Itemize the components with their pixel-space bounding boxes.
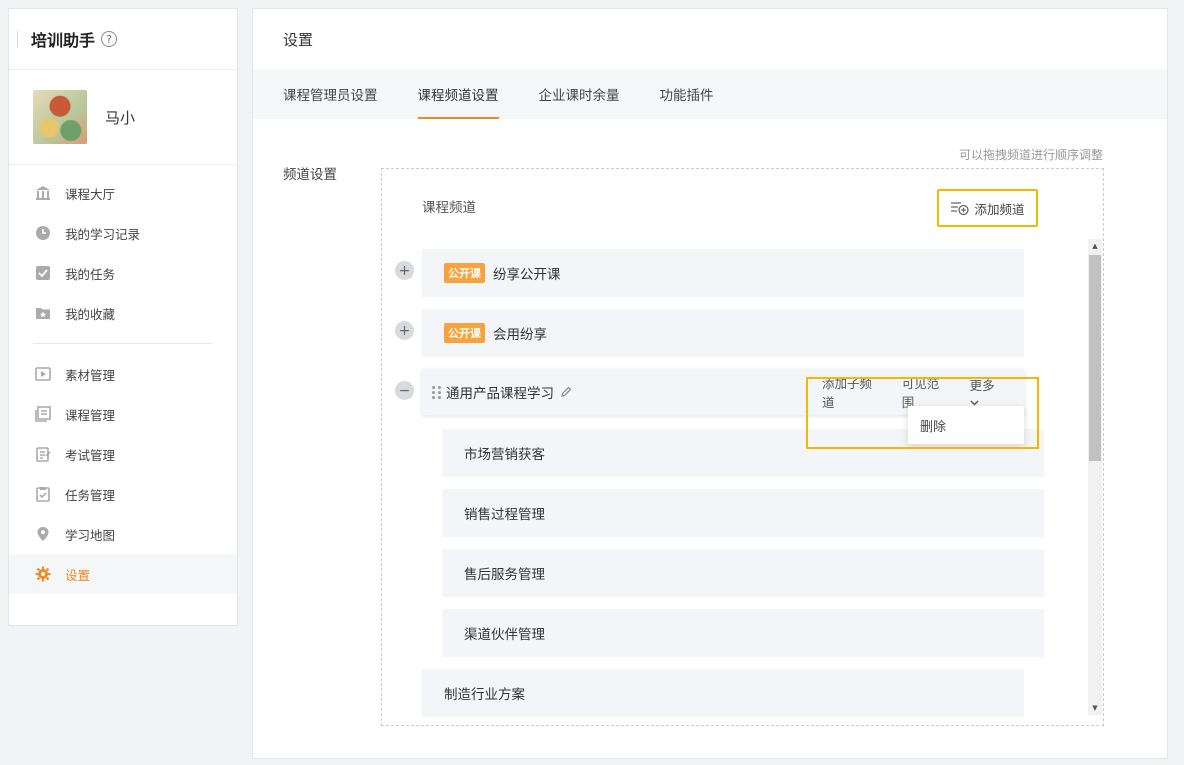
- public-course-badge: 公开课: [444, 323, 485, 343]
- add-list-icon: [951, 202, 970, 216]
- channel-name: 通用产品课程学习: [446, 386, 554, 402]
- sidebar-item-task-management[interactable]: 任务管理: [9, 474, 237, 514]
- scroll-down-arrow-icon[interactable]: ▼: [1088, 701, 1102, 715]
- channel-list: + 公开课 纷享公开课 + 公开课 会用纷享 − 通用产品课程学习 添加子频道 …: [382, 229, 1103, 717]
- sidebar-item-label: 学习地图: [65, 527, 116, 543]
- check-icon: [35, 265, 51, 281]
- tab-course-channel[interactable]: 课程频道设置: [417, 69, 499, 119]
- subchannel-name: 售后服务管理: [464, 567, 545, 583]
- expand-toggle[interactable]: +: [395, 321, 414, 340]
- add-channel-button[interactable]: 添加频道: [937, 189, 1038, 227]
- sidebar-item-label: 课程大厅: [65, 186, 116, 202]
- scroll-up-arrow-icon[interactable]: ▲: [1088, 239, 1102, 253]
- avatar[interactable]: [33, 90, 87, 144]
- channel-name: 会用纷享: [493, 327, 547, 343]
- more-dropdown-delete[interactable]: 删除: [908, 406, 1024, 444]
- clock-icon: [35, 225, 51, 241]
- collapse-toggle[interactable]: −: [395, 381, 414, 400]
- channel-row[interactable]: 公开课 纷享公开课: [422, 249, 1024, 297]
- location-icon: [35, 526, 51, 542]
- sidebar-item-label: 我的任务: [65, 266, 116, 282]
- star-folder-icon: [35, 305, 51, 321]
- sidebar-item-label: 考试管理: [65, 447, 116, 463]
- main-panel: 设置 课程管理员设置 课程频道设置 企业课时余量 功能插件 频道设置 可以拖拽频…: [252, 8, 1168, 759]
- sidebar-item-materials[interactable]: 素材管理: [9, 354, 237, 394]
- channel-name: 制造行业方案: [444, 687, 525, 703]
- task-icon: [35, 486, 51, 502]
- edit-icon[interactable]: [560, 386, 572, 398]
- scroll-thumb[interactable]: [1089, 255, 1101, 461]
- expand-toggle[interactable]: +: [395, 261, 414, 280]
- channel-row[interactable]: 公开课 会用纷享: [422, 309, 1024, 357]
- help-icon[interactable]: ?: [101, 31, 118, 47]
- sidebar-item-course-hall[interactable]: 课程大厅: [9, 173, 237, 213]
- add-channel-label: 添加频道: [974, 201, 1025, 217]
- exam-icon: [35, 446, 51, 462]
- sidebar: 培训助手 ? 马小 课程大厅 我的学习记录 我的任务 我的收藏 素材管理 课程管…: [8, 8, 238, 626]
- drag-hint: 可以拖拽频道进行顺序调整: [958, 148, 1103, 162]
- sidebar-nav: 课程大厅 我的学习记录 我的任务 我的收藏 素材管理 课程管理 考试管理 任务管…: [9, 165, 237, 594]
- drag-handle-icon[interactable]: [432, 383, 442, 401]
- nav-divider: [33, 343, 213, 344]
- subchannel-row[interactable]: 售后服务管理: [442, 549, 1044, 597]
- subchannel-row[interactable]: 渠道伙伴管理: [442, 609, 1044, 657]
- sidebar-item-favorites[interactable]: 我的收藏: [9, 293, 237, 333]
- panel-title: 课程频道: [422, 200, 476, 216]
- channel-row[interactable]: 制造行业方案: [422, 669, 1024, 717]
- building-icon: [35, 185, 51, 201]
- subchannel-name: 渠道伙伴管理: [464, 627, 545, 643]
- sidebar-item-course-management[interactable]: 课程管理: [9, 394, 237, 434]
- sidebar-header: 培训助手 ?: [9, 9, 237, 70]
- course-icon: [35, 406, 51, 422]
- sidebar-item-label: 课程管理: [65, 407, 116, 423]
- sidebar-item-my-tasks[interactable]: 我的任务: [9, 253, 237, 293]
- gear-icon: [35, 566, 51, 582]
- user-card: 马小: [9, 70, 237, 165]
- play-icon: [35, 366, 51, 382]
- tab-course-admin[interactable]: 课程管理员设置: [283, 69, 378, 119]
- add-subchannel-button[interactable]: 添加子频道: [822, 373, 882, 411]
- subchannel-name: 市场营销获客: [464, 447, 545, 463]
- app-title: 培训助手: [31, 31, 96, 50]
- page-title: 设置: [283, 30, 314, 49]
- public-course-badge: 公开课: [444, 263, 485, 283]
- scrollbar[interactable]: ▲ ▼: [1088, 239, 1102, 715]
- sidebar-item-learning-record[interactable]: 我的学习记录: [9, 213, 237, 253]
- sidebar-item-label: 我的收藏: [65, 306, 116, 322]
- user-name: 马小: [105, 108, 136, 127]
- tab-bar: 课程管理员设置 课程频道设置 企业课时余量 功能插件: [253, 69, 1167, 119]
- channel-panel: 课程频道 添加频道 + 公开课 纷享公开课 + 公开课 会用纷享 − 通用产品课…: [381, 168, 1104, 726]
- sidebar-item-label: 我的学习记录: [65, 226, 141, 242]
- more-button[interactable]: 更多: [970, 375, 1004, 409]
- sidebar-item-label: 素材管理: [65, 367, 116, 383]
- more-label: 更多: [969, 378, 995, 393]
- tab-plugins[interactable]: 功能插件: [660, 69, 714, 119]
- channel-name: 纷享公开课: [493, 267, 561, 283]
- sidebar-item-label: 设置: [65, 567, 91, 583]
- sidebar-item-settings[interactable]: 设置: [9, 554, 237, 594]
- section-label: 频道设置: [283, 167, 337, 183]
- sidebar-item-learning-map[interactable]: 学习地图: [9, 514, 237, 554]
- tab-course-hours[interactable]: 企业课时余量: [539, 69, 620, 119]
- sidebar-item-label: 任务管理: [65, 487, 116, 503]
- subchannel-name: 销售过程管理: [464, 507, 545, 523]
- delete-option: 删除: [920, 419, 947, 435]
- sidebar-item-exam-management[interactable]: 考试管理: [9, 434, 237, 474]
- subchannel-row[interactable]: 销售过程管理: [442, 489, 1044, 537]
